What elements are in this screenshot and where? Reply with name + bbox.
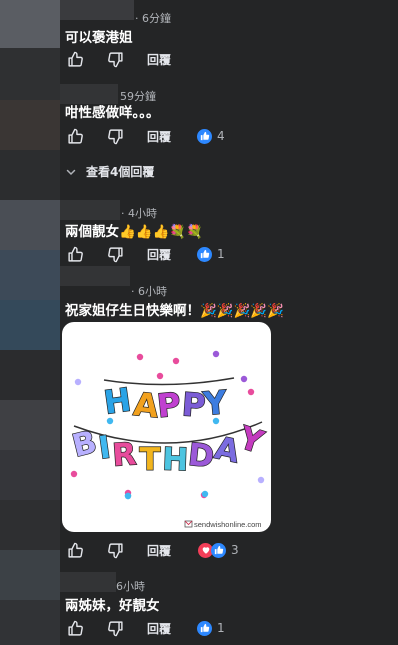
card-letter: H (102, 380, 134, 421)
card-letter: B (69, 424, 101, 465)
reply-button[interactable]: 回覆 (147, 620, 171, 637)
confetti-dot (70, 470, 78, 478)
card-letter: Y (234, 420, 268, 462)
comment-text: 咁性感做咩。。。 (65, 105, 160, 121)
confetti-dot (257, 476, 265, 484)
thumbs-down-icon (107, 542, 123, 558)
confetti-dot (172, 357, 180, 365)
view-replies-label: 查看4個回覆 (86, 165, 155, 179)
dislike-button[interactable] (105, 618, 125, 638)
reply-button[interactable]: 回覆 (147, 51, 171, 68)
card-letter: Y (201, 383, 229, 423)
card-letter: H (162, 442, 189, 479)
like-button[interactable] (65, 540, 85, 560)
card-letter: P (155, 385, 182, 425)
reaction-count: 1 (217, 621, 225, 635)
confetti-dot (156, 372, 164, 380)
comment-timestamp[interactable]: · 4小時 (121, 205, 157, 221)
video-preview-strip (0, 0, 60, 645)
reaction-count: 4 (217, 129, 225, 143)
comment-text: 可以褒港姐 (65, 30, 133, 46)
dislike-button[interactable] (105, 244, 125, 264)
comment-actions: 回覆 1 (65, 618, 225, 638)
card-letter: T (139, 442, 160, 478)
thumbs-up-icon (67, 128, 83, 144)
like-reaction-icon (197, 620, 213, 636)
thumbs-down-icon (107, 620, 123, 636)
reaction-count: 1 (217, 247, 225, 261)
watermark-text: sendwishonline.com (194, 520, 262, 529)
thumbs-up-icon (67, 620, 83, 636)
comment-timestamp[interactable]: · 6小時 (131, 283, 167, 299)
thumbs-up-icon (67, 246, 83, 262)
dislike-button[interactable] (105, 540, 125, 560)
reaction-summary[interactable]: 4 (197, 128, 225, 144)
comment-actions: 回覆 3 (65, 540, 239, 560)
like-button[interactable] (65, 244, 85, 264)
card-letter: D (186, 437, 215, 475)
dislike-button[interactable] (105, 49, 125, 69)
reply-button[interactable]: 回覆 (147, 128, 171, 145)
chevron-down-icon (66, 169, 76, 175)
like-button[interactable] (65, 618, 85, 638)
thumbs-up-icon (67, 51, 83, 67)
reply-button[interactable]: 回覆 (147, 246, 171, 263)
comment-text: 兩個靚女👍👍👍💐💐 (65, 224, 204, 240)
reaction-count: 3 (231, 543, 239, 557)
like-reaction-icon (197, 128, 213, 144)
confetti-dot (124, 492, 132, 500)
thumbs-up-icon (67, 542, 83, 558)
thumbs-down-icon (107, 51, 123, 67)
confetti-dot (240, 375, 248, 383)
confetti-dot (74, 378, 82, 386)
comments-list: · 6分鐘 可以褒港姐 回覆 59分鐘 咁性感做咩。。。 回覆 4 查看4個回覆 (60, 0, 398, 645)
card-letter: R (111, 436, 137, 474)
thumbs-down-icon (107, 128, 123, 144)
comment-timestamp[interactable]: 6小時 (116, 578, 145, 594)
card-letter: I (96, 429, 112, 466)
confetti-dot (247, 388, 255, 396)
dislike-button[interactable] (105, 126, 125, 146)
commenter-name-blurred[interactable] (60, 266, 130, 286)
commenter-name-blurred[interactable] (60, 0, 134, 20)
commenter-name-blurred[interactable] (60, 200, 120, 220)
confetti-dot (136, 353, 144, 361)
confetti-dot (201, 490, 209, 498)
comment-text: 祝家姐仔生日快樂啊！🎉🎉🎉🎉🎉 (65, 303, 285, 319)
reaction-summary[interactable]: 3 (197, 541, 239, 559)
like-reaction-icon (197, 246, 213, 262)
reply-button[interactable]: 回覆 (147, 542, 171, 559)
comment-timestamp[interactable]: · 6分鐘 (135, 10, 171, 26)
birthday-gif-attachment[interactable]: HAPPY BIRTHDAY sendwishonline.com (62, 322, 271, 532)
reaction-summary[interactable]: 1 (197, 246, 225, 262)
like-button[interactable] (65, 49, 85, 69)
reaction-summary[interactable]: 1 (197, 620, 225, 636)
watermark: sendwishonline.com (184, 520, 262, 529)
comment-actions: 回覆 (65, 49, 197, 69)
comment-actions: 回覆 1 (65, 244, 225, 264)
comment-actions: 回覆 4 (65, 126, 225, 146)
commenter-name-blurred[interactable] (60, 572, 116, 592)
confetti-dot (212, 350, 220, 358)
like-reaction-icon (211, 542, 227, 558)
view-replies-button[interactable]: 查看4個回覆 (65, 163, 154, 180)
comment-text: 兩姊妹，好靚女 (65, 598, 160, 614)
thumbs-down-icon (107, 246, 123, 262)
like-button[interactable] (65, 126, 85, 146)
